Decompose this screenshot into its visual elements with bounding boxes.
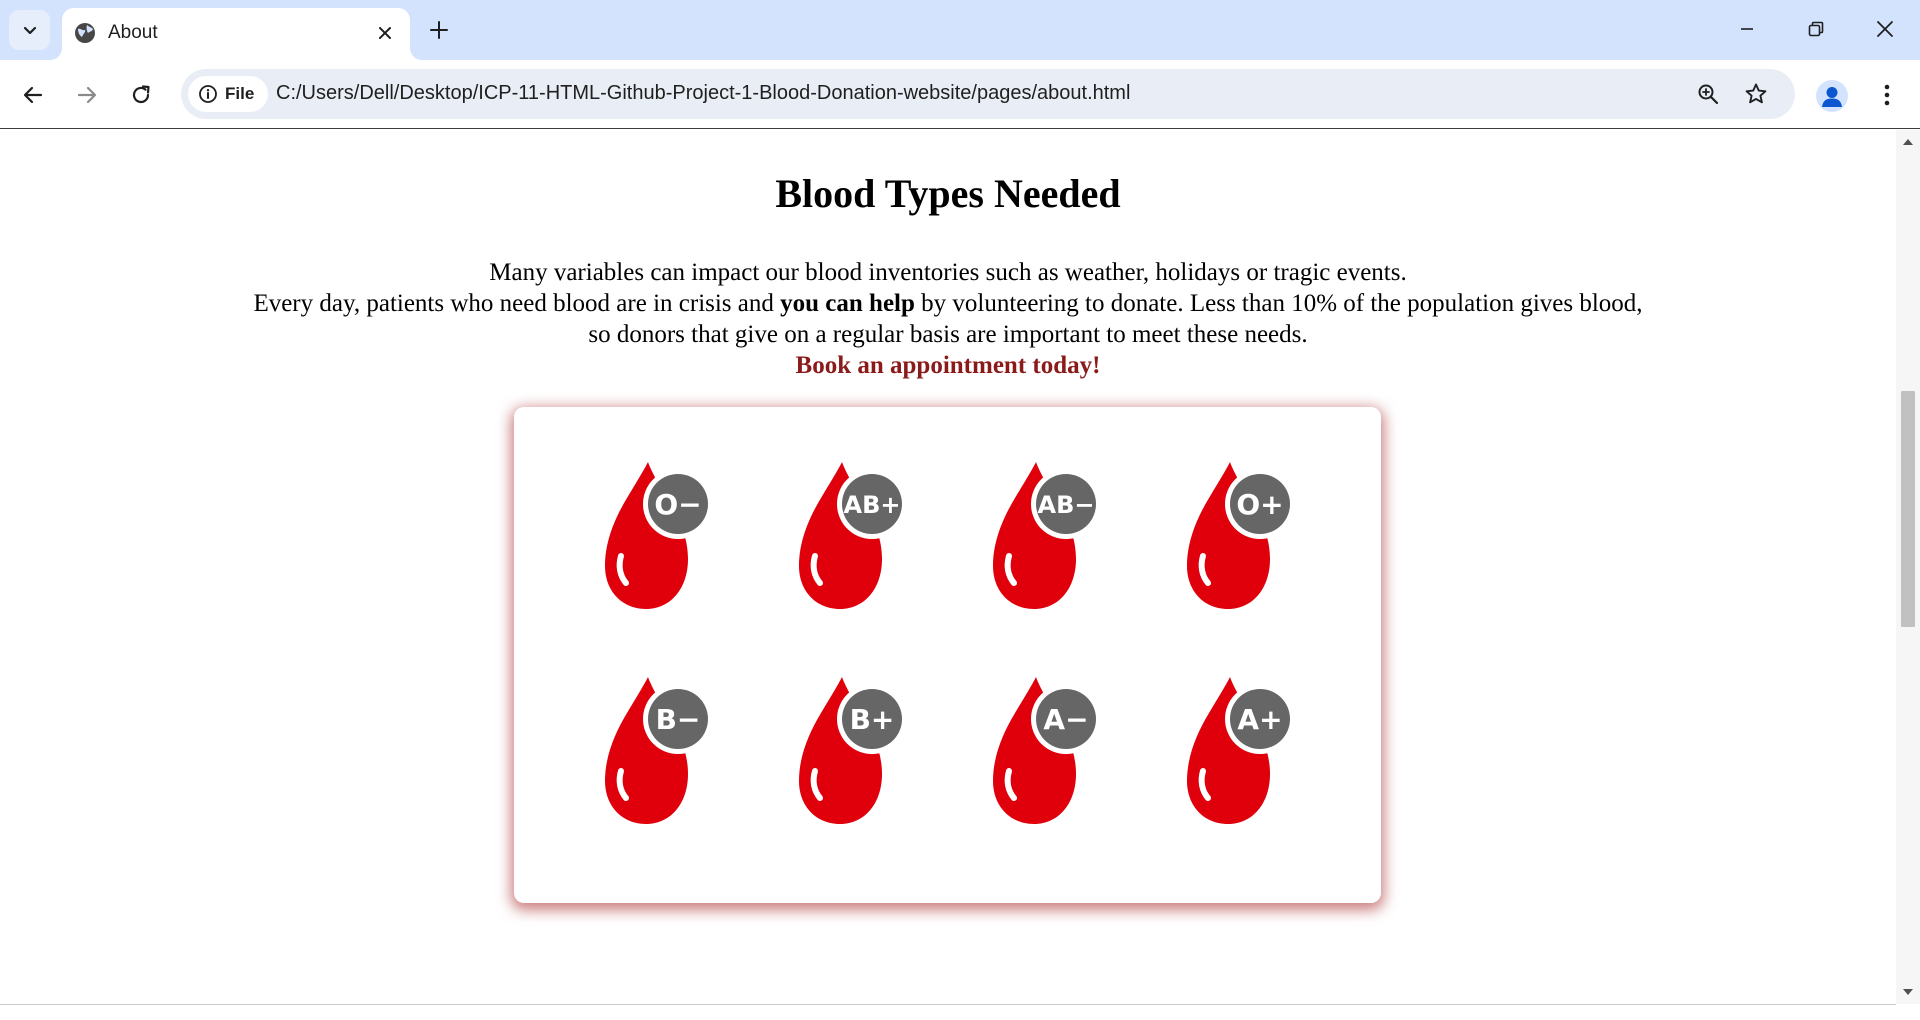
more-vert-icon — [1884, 84, 1890, 106]
globe-icon — [75, 23, 95, 43]
triangle-up-icon — [1903, 139, 1913, 145]
blood-type-label: O− — [654, 488, 701, 521]
reload-button[interactable] — [124, 78, 158, 112]
intro-paragraph: Many variables can impact our blood inve… — [0, 257, 1896, 381]
zoom-button[interactable] — [1693, 79, 1723, 109]
blood-types-card: O− AB+ AB− O+ B− B+ A− A+ — [514, 407, 1381, 903]
page-viewport: Blood Types Needed Many variables can im… — [0, 130, 1896, 1004]
close-window-button[interactable] — [1865, 11, 1905, 47]
blood-drop-icon: B− — [605, 677, 713, 824]
site-chip-label: File — [225, 84, 255, 103]
minimize-button[interactable] — [1727, 11, 1767, 47]
chevron-down-icon — [23, 26, 36, 35]
scroll-down-button[interactable] — [1896, 982, 1920, 1002]
browser-title-bar: About — [0, 0, 1920, 60]
blood-drop-icon: O+ — [1187, 462, 1295, 609]
intro-line-1: Many variables can impact our blood inve… — [489, 259, 1407, 286]
url-text[interactable]: C:/Users/Dell/Desktop/ICP-11-HTML-Github… — [276, 82, 1130, 105]
blood-drop-icon: AB− — [993, 462, 1101, 609]
intro-line-2-start: Every day, patients who need blood are i… — [253, 290, 781, 317]
arrow-right-icon — [77, 86, 97, 104]
reload-icon — [132, 85, 150, 104]
blood-type-o-positive: O+ — [1178, 462, 1308, 612]
intro-emphasis: you can help — [780, 290, 915, 317]
browser-menu-button[interactable] — [1872, 78, 1902, 112]
tab-close-button[interactable] — [374, 22, 396, 44]
back-button[interactable] — [16, 78, 50, 112]
blood-drop-icon: AB+ — [799, 462, 907, 609]
blood-drop-icon: A+ — [1187, 677, 1295, 824]
zoom-in-icon — [1698, 84, 1719, 105]
triangle-down-icon — [1903, 989, 1913, 995]
blood-type-b-negative: B− — [596, 677, 726, 827]
browser-tab-active[interactable]: About — [62, 8, 410, 60]
blood-drop-icon: A− — [993, 677, 1101, 824]
blood-type-b-positive: B+ — [790, 677, 920, 827]
blood-type-a-negative: A− — [984, 677, 1114, 827]
bottom-strip — [0, 1005, 1920, 1020]
scroll-up-button[interactable] — [1896, 132, 1920, 152]
address-bar[interactable]: File C:/Users/Dell/Desktop/ICP-11-HTML-G… — [181, 69, 1795, 119]
page-title: Blood Types Needed — [775, 171, 1121, 216]
blood-type-label: AB+ — [844, 491, 901, 519]
blood-type-a-positive: A+ — [1178, 677, 1308, 827]
restore-icon — [1808, 21, 1824, 37]
close-icon — [1877, 21, 1893, 37]
tab-search-button[interactable] — [9, 10, 50, 50]
scroll-thumb[interactable] — [1901, 391, 1915, 627]
blood-type-label: B− — [656, 703, 701, 736]
browser-toolbar: File C:/Users/Dell/Desktop/ICP-11-HTML-G… — [0, 60, 1920, 129]
star-icon — [1745, 83, 1767, 104]
blood-type-label: O+ — [1236, 488, 1283, 521]
intro-line-2-end: by volunteering to donate. Less than 10%… — [914, 290, 1643, 317]
new-tab-button[interactable] — [424, 15, 454, 45]
minimize-icon — [1741, 28, 1753, 30]
intro-line-3: so donors that give on a regular basis a… — [588, 321, 1308, 348]
bookmark-button[interactable] — [1741, 79, 1771, 109]
tab-title: About — [108, 22, 158, 43]
blood-type-label: A− — [1043, 703, 1088, 736]
blood-drop-icon: B+ — [799, 677, 907, 824]
forward-button[interactable] — [70, 78, 104, 112]
blood-type-ab-positive: AB+ — [790, 462, 920, 612]
blood-drop-icon: O− — [605, 462, 713, 609]
blood-type-ab-negative: AB− — [984, 462, 1114, 612]
blood-type-o-negative: O− — [596, 462, 726, 612]
blood-type-label: AB− — [1038, 491, 1095, 519]
avatar-icon — [1822, 87, 1842, 107]
page-scrollbar[interactable] — [1896, 130, 1920, 1004]
info-icon — [199, 85, 217, 103]
restore-button[interactable] — [1796, 11, 1836, 47]
blood-type-label: A+ — [1237, 703, 1282, 736]
blood-type-label: B+ — [850, 703, 895, 736]
arrow-left-icon — [23, 86, 43, 104]
book-appointment-link[interactable]: Book an appointment today! — [796, 352, 1101, 379]
plus-icon — [430, 21, 448, 39]
profile-button[interactable] — [1816, 80, 1848, 112]
site-info-chip[interactable]: File — [188, 76, 268, 112]
close-icon — [379, 27, 391, 39]
